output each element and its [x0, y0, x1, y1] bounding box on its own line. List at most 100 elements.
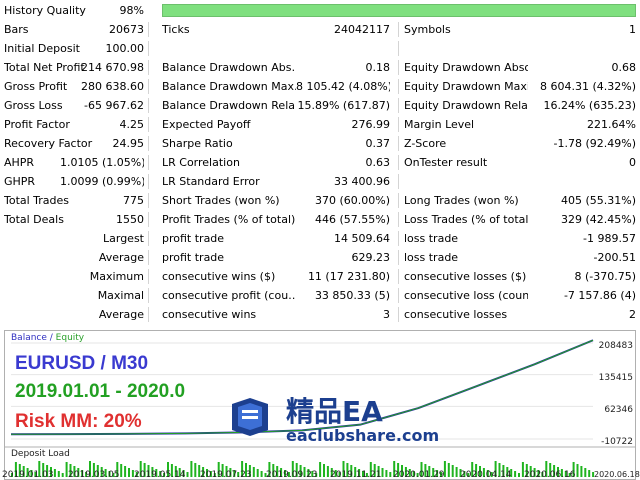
deposit-load-bar [252, 467, 255, 477]
stats-cell-v2: 15.89% (617.87) [297, 99, 390, 112]
x-tick: 2020.01.29 [393, 470, 445, 480]
stats-cell-v1 [60, 306, 144, 323]
stats-cell-v3 [522, 40, 636, 57]
column-separator [398, 269, 399, 284]
column-separator [398, 98, 399, 113]
stats-cell-v3: -7 157.86 (4) [563, 289, 636, 302]
stats-cell-v1: 1550 [116, 213, 144, 226]
stats-cell-m [162, 40, 296, 57]
stats-cell-r: consecutive losses ($) [404, 270, 527, 283]
book-logo-icon [232, 398, 268, 436]
stats-cell-m: Balance Drawdown Abs… [162, 61, 296, 74]
x-tick: 2019.07.23 [200, 470, 252, 480]
x-tick: 2019.05.14 [134, 470, 186, 480]
stats-cell-v2: 0.63 [365, 156, 391, 169]
stats-cell-r [404, 173, 528, 190]
stats-cell-r: Equity Drawdown Maxi… [404, 80, 528, 93]
stats-row: Gross Loss -65 967.62 Balance Drawdown Rel… [0, 97, 640, 114]
column-separator [398, 231, 399, 246]
stats-cell-v2 [296, 40, 390, 57]
stats-cell-v2: 446 (57.55%) [314, 213, 390, 226]
stats-cell-v1 [60, 287, 144, 304]
deposit-load-bar [323, 464, 325, 477]
stats-cell-v2: 33 400.96 [334, 175, 390, 188]
column-separator [398, 193, 399, 208]
stats-row: Profit Factor 4.25 Expected Payoff 276.99 Ma… [0, 116, 640, 133]
x-tick: 2020.06.16 [524, 470, 576, 480]
stats-cell-v3: 8 604.31 (4.32%) [539, 80, 636, 93]
stats-cell-m: Sharpe Ratio [162, 137, 233, 150]
stats-cell-m: profit trade [162, 232, 225, 245]
stats-row: Maximal consecutive profit (cou… 33 850.33… [0, 287, 640, 304]
stats-cell-v2: 24042117 [334, 23, 390, 36]
column-separator [148, 231, 149, 246]
stats-cell-r: Margin Level [404, 118, 475, 131]
x-tick: 2019.11.21 [330, 470, 382, 480]
stats-cell-m: LR Correlation [162, 156, 240, 169]
stats-cell-v1: 20673 [109, 23, 144, 36]
stats-cell-m: consecutive wins [162, 308, 257, 321]
deposit-load-bar [194, 463, 197, 477]
y-tick: 62346 [604, 405, 633, 415]
stats-cell-v2: 14 509.64 [334, 232, 390, 245]
x-tick: 2019.09.23 [266, 470, 318, 480]
stats-row: Largest profit trade 14 509.64 loss trade -1… [0, 230, 640, 247]
deposit-load-bar [447, 463, 450, 477]
stats-cell-v1: 1.0099 (0.99%) [60, 175, 144, 188]
column-separator [148, 79, 149, 94]
stats-cell-v3: 405 (55.31%) [560, 194, 636, 207]
column-separator [148, 250, 149, 265]
stats-cell-r: Symbols [404, 23, 451, 36]
stats-cell-r: Long Trades (won %) [404, 194, 519, 207]
stats-cell-v3: -200.51 [593, 251, 636, 264]
dates-overlay: 2019.01.01 - 2020.0 [15, 381, 186, 402]
column-separator [148, 98, 149, 113]
symbol-overlay: EURUSD / M30 [15, 353, 149, 374]
x-tick: 2019.01.03 [2, 470, 54, 480]
deposit-load-bar [389, 472, 392, 477]
stats-cell-m: consecutive wins ($) [162, 270, 276, 283]
stats-cell-r: Equity Drawdown Relati… [404, 99, 528, 112]
column-separator [148, 193, 149, 208]
column-separator [398, 250, 399, 265]
column-separator [398, 79, 399, 94]
stats-cell-v2: 370 (60.00%) [314, 194, 390, 207]
stats-cell-v2: 629.23 [351, 251, 391, 264]
column-separator [398, 41, 399, 56]
risk-overlay: Risk MM: 20% [15, 411, 142, 432]
column-separator [148, 307, 149, 322]
column-separator [148, 117, 149, 132]
column-separator [398, 60, 399, 75]
column-separator [148, 155, 149, 170]
deposit-load-bar [588, 470, 591, 477]
history-quality-bar [162, 4, 636, 17]
deposit-load-bar [576, 464, 579, 477]
x-tick: 2019.03.05 [68, 470, 120, 480]
stats-cell-v2: 0.18 [365, 61, 391, 74]
stats-cell-r: loss trade [404, 251, 459, 264]
deposit-load-bar [580, 466, 583, 477]
stats-cell-r: Loss Trades (% of total) [404, 213, 528, 226]
deposit-load-bar [518, 473, 520, 477]
history-quality-row: History Quality 98% [0, 2, 640, 19]
deposit-load-bar [186, 472, 189, 477]
stats-cell-v3: 8 (-370.75) [574, 270, 636, 283]
stats-cell-v3: 329 (42.45%) [560, 213, 636, 226]
stats-row: Total Deals 1550 Profit Trades (% of total… [0, 211, 640, 228]
stats-cell-v1: 280 638.60 [81, 80, 144, 93]
stats-cell-v3: 221.64% [587, 118, 636, 131]
x-tick: 2020.04.14 [460, 470, 512, 480]
stats-row: GHPR 1.0099 (0.99%) LR Standard Error 33 40… [0, 173, 640, 190]
stats-cell-m: LR Standard Error [162, 175, 260, 188]
deposit-load-bar [53, 469, 56, 477]
deposit-load-bar [190, 461, 193, 477]
stats-cell-v3: -1 989.57 [583, 232, 636, 245]
column-separator [148, 212, 149, 227]
column-separator [398, 307, 399, 322]
stats-cell-v3: 2 [629, 308, 636, 321]
report-statistics: History Quality 98% Bars 20673 Ticks 240421… [0, 0, 640, 328]
stats-cell-m: Ticks [162, 23, 190, 36]
deposit-load-bar [61, 473, 64, 477]
stats-cell-m: Balance Drawdown Rela… [162, 99, 296, 112]
column-separator [398, 155, 399, 170]
